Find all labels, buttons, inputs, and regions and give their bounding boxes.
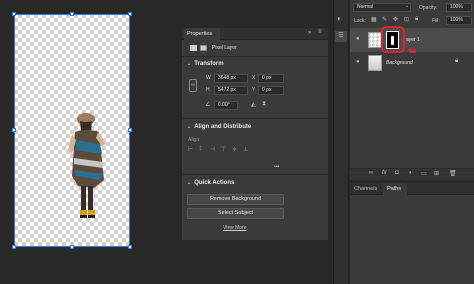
link-layers-icon[interactable]: ∞ — [369, 170, 373, 176]
align-section-header[interactable]: ⌄ Align and Distribute — [187, 124, 251, 130]
right-dock-strip — [333, 0, 349, 284]
transform-handle-bottom-middle[interactable] — [70, 245, 74, 249]
flip-horizontal-icon[interactable]: ◭ — [251, 101, 256, 108]
transform-handle-bottom-left[interactable] — [12, 245, 16, 249]
more-options-button[interactable]: ••• — [274, 164, 279, 170]
chevron-down-icon: ⌄ — [405, 3, 410, 9]
blend-mode-select[interactable]: Normal — [353, 3, 411, 12]
divider — [182, 56, 328, 57]
height-field[interactable]: 5472 px — [214, 86, 248, 95]
y-label: Y — [252, 87, 256, 93]
flip-vertical-icon[interactable]: ⧗ — [262, 101, 266, 108]
transform-handle-middle-right[interactable] — [128, 128, 132, 132]
h-label: H — [206, 87, 210, 93]
fx-icon[interactable]: fx — [382, 170, 387, 176]
quick-actions-title: Quick Actions — [194, 180, 235, 186]
lock-image-icon[interactable]: ✎ — [382, 16, 387, 23]
channels-tab[interactable]: Channels — [354, 183, 377, 195]
lock-transparent-icon[interactable]: ▦ — [371, 16, 377, 23]
chevron-down-icon: ⌄ — [187, 180, 192, 186]
transform-handle-top-right[interactable] — [128, 12, 132, 16]
align-middle-icon[interactable]: ≑ — [232, 146, 237, 153]
quick-actions-section-header[interactable]: ⌄ Quick Actions — [187, 180, 234, 186]
fill-label: Fill: — [432, 18, 440, 24]
align-title: Align and Distribute — [194, 124, 252, 130]
align-left-icon[interactable]: ⊢ — [188, 146, 193, 153]
x-label: X — [252, 75, 256, 81]
layer-mask-icon — [200, 45, 207, 51]
lock-position-icon[interactable]: ✥ — [393, 16, 398, 23]
w-label: W — [206, 75, 211, 81]
transform-handle-top-left[interactable] — [12, 12, 16, 16]
new-group-icon[interactable]: ▭ — [421, 170, 427, 177]
chevron-down-icon: ⌄ — [187, 61, 192, 67]
delete-layer-icon[interactable]: 🗑︎ — [449, 170, 457, 177]
align-top-icon[interactable]: ⊤ — [221, 146, 226, 153]
new-layer-icon[interactable]: ⊞ — [434, 170, 439, 177]
add-mask-icon[interactable]: ◘ — [395, 170, 399, 176]
paths-panel — [350, 195, 474, 284]
width-field[interactable]: 3648 px — [214, 74, 248, 83]
transform-title: Transform — [194, 61, 224, 67]
align-center-icon[interactable]: ‡ — [199, 146, 202, 152]
layers-panel — [350, 0, 474, 180]
align-label: Align: — [188, 137, 201, 143]
select-subject-button[interactable]: Select Subject — [187, 208, 284, 219]
panel-menu-icon[interactable]: ≡ — [318, 29, 322, 35]
lock-label: Lock: — [354, 18, 366, 24]
transform-handle-top-middle[interactable] — [70, 12, 74, 16]
transform-section-header[interactable]: ⌄ Transform — [187, 61, 224, 67]
view-more-link[interactable]: View More — [223, 225, 247, 231]
divider — [182, 118, 328, 119]
angle-field[interactable]: 0.00° — [214, 101, 238, 110]
fill-field[interactable]: 100% — [446, 16, 472, 25]
lock-artboard-icon[interactable]: ⊡ — [404, 16, 409, 23]
properties-dock-icon[interactable]: ☰ — [335, 31, 347, 42]
transform-handle-middle-left[interactable] — [12, 128, 16, 132]
person-cutout-image — [68, 113, 106, 218]
visibility-eye-icon[interactable]: ● — [356, 59, 360, 65]
transform-handle-bottom-right[interactable] — [128, 245, 132, 249]
background-layer-name[interactable]: Background — [386, 60, 413, 66]
opacity-label: Opacity: — [419, 5, 438, 11]
y-field[interactable]: 0 px — [258, 86, 284, 95]
lock-all-icon[interactable]: 🔒︎ — [415, 16, 418, 23]
layer-kind-label: Pixel Layer — [212, 45, 237, 51]
properties-tab[interactable]: Properties — [184, 28, 220, 40]
visibility-eye-icon[interactable]: ● — [356, 36, 360, 42]
chevron-down-icon: ⌄ — [187, 124, 192, 130]
link-dimensions-icon[interactable]: ∞ — [189, 79, 197, 92]
adjustments-icon[interactable]: ◐ — [337, 14, 342, 23]
layer-kind-icon — [190, 45, 197, 51]
angle-icon: ∠ — [205, 102, 211, 108]
opacity-field[interactable]: 100% — [446, 3, 472, 12]
layer-1-thumbnail — [368, 32, 382, 48]
lock-icon: 🔒︎ — [455, 58, 459, 64]
collapse-panel-icon[interactable]: » — [308, 30, 311, 36]
remove-background-button[interactable]: Remove Background — [187, 194, 284, 205]
adjustment-layer-icon[interactable]: ◑ — [408, 170, 412, 176]
paths-tab[interactable]: Paths — [383, 183, 407, 195]
x-field[interactable]: 0 px — [258, 74, 284, 83]
divider — [182, 174, 328, 175]
align-bottom-icon[interactable]: ⊥ — [243, 146, 248, 153]
align-right-icon[interactable]: ⊣ — [210, 146, 215, 153]
background-thumbnail — [368, 55, 382, 71]
